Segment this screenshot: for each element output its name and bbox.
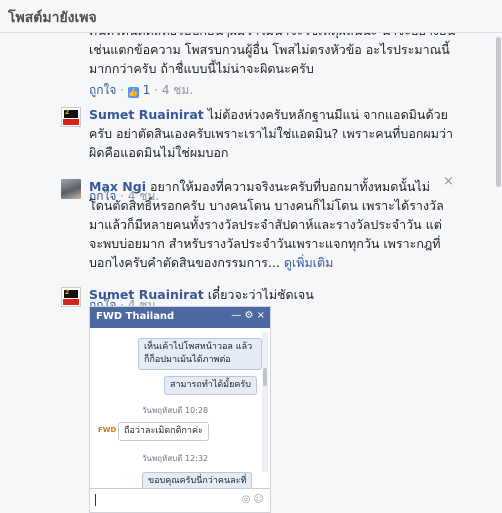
- like-link[interactable]: ถูกใจ: [89, 83, 116, 97]
- comment-author[interactable]: Sumet Ruainirat: [89, 107, 204, 122]
- like-icon: 👍: [127, 87, 139, 98]
- page-title: โพสต์มายังเพจ: [8, 10, 97, 26]
- avatar[interactable]: 2: [61, 107, 81, 127]
- comment-text: เดี๋ยวจะว่าไม่ชัดเจน: [207, 287, 314, 302]
- fwd-logo-icon: FWD: [98, 426, 117, 434]
- chat-window-title: FWD Thailand: [96, 311, 175, 322]
- chat-window-controls: — ⚙ ×: [231, 310, 265, 321]
- camera-smiley-icon: ◎ ☺: [241, 494, 264, 505]
- like-count[interactable]: 1: [143, 83, 151, 97]
- avatar[interactable]: 2: [61, 287, 81, 307]
- chat-scrollbar: [262, 332, 268, 472]
- comment-body: Sumet Ruainirat เดี๋ยวจะว่าไม่ชัดเจน: [89, 285, 459, 304]
- close-icon[interactable]: ×: [443, 174, 454, 189]
- chat-input: ◎ ☺: [90, 488, 270, 512]
- comment-time[interactable]: 4 ชม.: [162, 83, 193, 97]
- comment-author[interactable]: Max Ngi: [89, 179, 146, 194]
- chat-date-separator: วันพฤหัสบดี 12:32: [141, 454, 209, 463]
- chat-message: ถือว่าละเมิดกติกาค่ะ: [118, 422, 209, 441]
- chat-window-header: FWD Thailand — ⚙ ×: [90, 307, 270, 328]
- chat-message: สามารถทำได้มั้ยครับ: [164, 376, 257, 395]
- comments-panel: คนที่โดนตัดสิทธิ์รอบก่อนๆผมว่าไม่น่าจะใช…: [0, 33, 502, 513]
- panel-scroll-thumb[interactable]: [496, 37, 501, 187]
- panel-header: โพสต์มายังเพจ: [0, 0, 502, 33]
- chat-message: เห็นเค้าไปโพสหน้าวอล แล้วก็ก็อปมาเม้นได้…: [138, 338, 262, 370]
- attached-screenshot[interactable]: FWD Thailand — ⚙ × เห็นเค้าไปโพสหน้าวอล …: [89, 306, 271, 513]
- comment-body: Sumet Ruainirat ไม่ต้องห่วงครับหลักฐานมี…: [89, 105, 459, 162]
- comment-meta: ถูกใจ · 👍 1 · 4 ชม.: [89, 83, 194, 98]
- comment-author[interactable]: Sumet Ruainirat: [89, 287, 204, 302]
- chat-date-separator: วันพฤหัสบดี 10:28: [141, 406, 209, 415]
- avatar[interactable]: [61, 179, 81, 199]
- comment-body: Max Ngi อยากให้มองที่ความจริงนะครับที่บอ…: [89, 177, 444, 272]
- chat-messages: เห็นเค้าไปโพสหน้าวอล แล้วก็ก็อปมาเม้นได้…: [90, 328, 270, 491]
- comment-text: คนที่โดนตัดสิทธิ์รอบก่อนๆผมว่าไม่น่าจะใช…: [89, 33, 455, 76]
- see-more-link[interactable]: ดูเพิ่มเติม: [284, 255, 334, 270]
